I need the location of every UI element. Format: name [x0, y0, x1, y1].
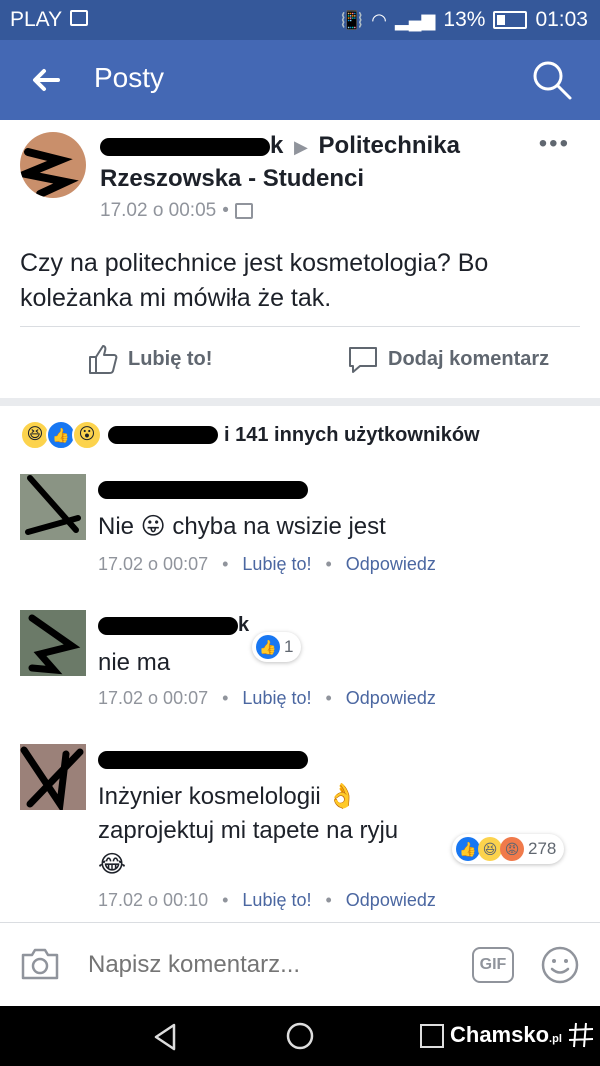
laugh-reaction-icon: 😆 [478, 837, 502, 861]
add-comment-button[interactable]: Dodaj komentarz [346, 342, 549, 376]
comment-text-line-1: Inżynier kosmelologii 👌 [98, 783, 358, 810]
like-reaction-icon: 👍 [256, 635, 280, 659]
comment-like-button[interactable]: Lubię to! [242, 890, 311, 911]
dot-separator: • [222, 554, 229, 574]
comment-time: 17.02 o 00:07 [98, 688, 209, 708]
watermark-brand: Chamsko [450, 1022, 550, 1047]
comment-input[interactable] [88, 951, 428, 979]
comment-icon [349, 347, 377, 373]
comment-time: 17.02 o 00:07 [98, 554, 209, 574]
nav-home-icon[interactable] [285, 1021, 315, 1051]
reaction-count: 278 [528, 839, 557, 858]
wow-reaction-icon: 😮 [72, 420, 102, 450]
dot-separator: • [222, 688, 229, 708]
comment-time: 17.02 o 00:10 [98, 890, 209, 910]
post-meta: 17.02 o 00:05 • [100, 200, 253, 222]
section-separator [0, 398, 600, 406]
dot-separator: • [325, 890, 332, 910]
dot-separator: • [222, 890, 229, 910]
comment-text-line-3: 😂 [98, 851, 127, 878]
comment-text-line-2: zaprojektuj mi tapete na ryju [98, 817, 399, 844]
page-title: Posty [94, 62, 165, 93]
redacted-name [98, 616, 238, 635]
reactions-summary[interactable]: 😆 👍 😮 i 141 innych użytkowników [20, 420, 480, 450]
camera-icon[interactable] [20, 947, 60, 981]
comment-author[interactable]: k [98, 614, 249, 637]
nav-back-icon[interactable] [150, 1022, 180, 1052]
redacted-name [98, 750, 308, 769]
wifi-icon: ◠ [371, 9, 387, 30]
comment-like-button[interactable]: Lubię to! [242, 688, 311, 709]
dot-separator: • [325, 688, 332, 708]
redacted-name [100, 137, 270, 156]
comment-meta: 17.02 o 00:10 • Lubię to! • Odpowiedz [98, 890, 436, 911]
hash-logo-icon [568, 1022, 594, 1048]
comment-avatar[interactable] [20, 610, 86, 676]
comment-reactions-badge[interactable]: 👍 1 [252, 632, 302, 662]
comment-reply-button[interactable]: Odpowiedz [346, 554, 436, 575]
system-nav-bar: Chamsko.pl [0, 1006, 600, 1066]
angry-reaction-icon: 😡 [500, 837, 524, 861]
comment-text: Nie 😛 chyba na wsizie jest [98, 513, 386, 540]
comment: k nie ma 👍 1 17.02 o 00:07 • Lubię to! •… [0, 602, 600, 722]
back-arrow-icon[interactable] [28, 62, 64, 98]
redacted-name [98, 480, 308, 499]
battery-percent: 13% [443, 8, 486, 31]
status-bar: PLAY 📳 ◠ ▂▄▆ 13% 01:03 [0, 0, 600, 40]
vibrate-icon: 📳 [340, 9, 364, 30]
comment-author[interactable] [98, 748, 308, 771]
group-icon [234, 203, 253, 219]
comment-text: nie ma [98, 649, 171, 676]
status-indicators: 📳 ◠ ▂▄▆ 13% 01:03 [341, 8, 588, 32]
comment-reply-button[interactable]: Odpowiedz [346, 890, 436, 911]
post: k ▶ Politechnika Rzeszowska - Studenci •… [0, 120, 600, 398]
signal-icon: ▂▄▆ [394, 9, 436, 30]
gif-icon[interactable]: GIF [472, 947, 514, 983]
watermark: Chamsko.pl [450, 1022, 562, 1048]
author-avatar[interactable] [20, 132, 86, 198]
more-icon[interactable]: ••• [539, 130, 570, 158]
battery-icon [493, 11, 528, 29]
redacted-name [108, 426, 218, 444]
search-icon[interactable] [530, 58, 574, 102]
like-reaction-icon: 👍 [456, 837, 480, 861]
comment-author-suffix: k [238, 614, 250, 636]
like-button[interactable]: Lubię to! [86, 342, 212, 376]
divider [20, 326, 580, 327]
message-icon [70, 10, 88, 26]
clock: 01:03 [535, 8, 588, 31]
comment-avatar[interactable] [20, 744, 86, 810]
comment-meta: 17.02 o 00:07 • Lubię to! • Odpowiedz [98, 554, 436, 575]
comment-composer: GIF [0, 923, 600, 1006]
reaction-icons: 😆 👍 😮 [20, 420, 102, 450]
comment: Inżynier kosmelologii 👌 zaprojektuj mi t… [0, 736, 600, 922]
like-label: Lubię to! [128, 347, 213, 370]
comment-reactions-badge[interactable]: 👍 😆 😡 278 [452, 834, 565, 864]
comment-author[interactable] [98, 478, 308, 501]
reactions-summary-text: i 141 innych użytkowników [224, 423, 480, 446]
author-name-suffix[interactable]: k [270, 132, 283, 159]
comment-meta: 17.02 o 00:07 • Lubię to! • Odpowiedz [98, 688, 436, 709]
post-author-line: k ▶ Politechnika Rzeszowska - Studenci [100, 130, 520, 195]
watermark-tld: .pl [549, 1033, 562, 1045]
nav-recent-apps-icon[interactable] [420, 1024, 444, 1048]
smiley-icon[interactable] [540, 945, 580, 985]
reaction-count: 1 [284, 637, 294, 656]
arrow-separator-icon: ▶ [294, 137, 308, 157]
post-text: Czy na politechnice jest kosmetologia? B… [20, 249, 489, 312]
post-timestamp[interactable]: 17.02 o 00:05 [100, 200, 216, 222]
comment-label: Dodaj komentarz [388, 347, 550, 370]
like-icon [89, 345, 118, 374]
comment-reply-button[interactable]: Odpowiedz [346, 688, 436, 709]
comment-like-button[interactable]: Lubię to! [242, 554, 311, 575]
dot-separator: • [222, 200, 229, 221]
comment: Nie 😛 chyba na wsizie jest 17.02 o 00:07… [0, 466, 600, 586]
carrier-label: PLAY [10, 8, 63, 31]
dot-separator: • [325, 554, 332, 574]
comment-avatar[interactable] [20, 474, 86, 540]
app-header: Posty [0, 40, 600, 120]
